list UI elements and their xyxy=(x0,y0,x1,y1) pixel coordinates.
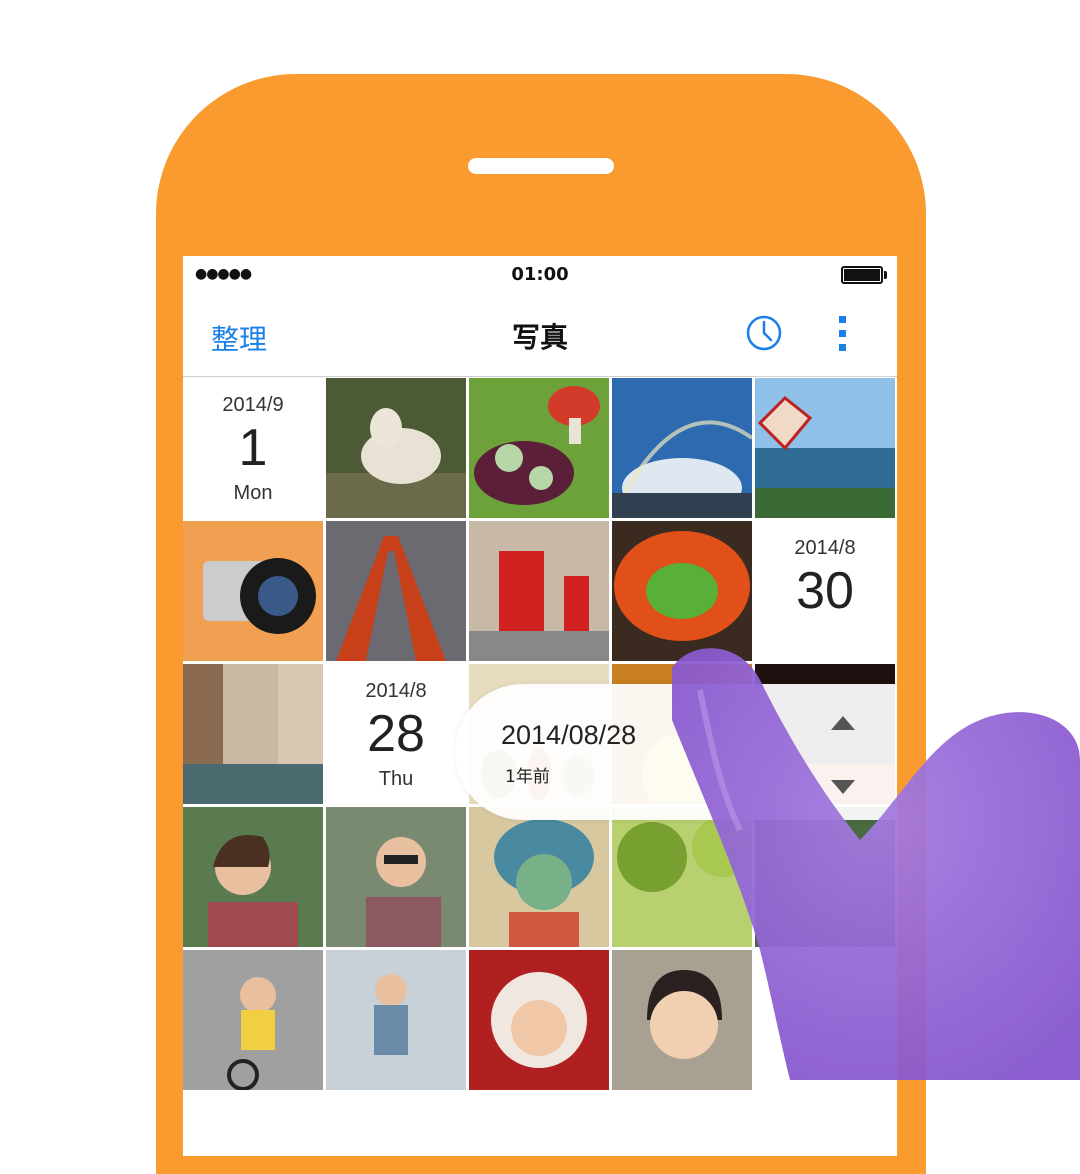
date-day: 28 xyxy=(367,705,425,763)
photo-thumbnail-succulent[interactable] xyxy=(612,521,752,661)
date-year-month: 2014/8 xyxy=(794,537,856,559)
photo-thumbnail-forest-path[interactable] xyxy=(755,807,895,947)
photo-thumbnail-canal[interactable] xyxy=(183,664,323,804)
battery-full-icon xyxy=(841,266,887,284)
status-bar: ●●●●● 01:00 xyxy=(183,256,897,296)
phone-frame: ●●●●● 01:00 整理 写真 2014/9 1 Mon 2014/8 30… xyxy=(156,74,926,1174)
phone-screen: ●●●●● 01:00 整理 写真 2014/9 1 Mon 2014/8 30… xyxy=(183,256,897,1156)
photo-thumbnail-mushroom[interactable] xyxy=(469,378,609,518)
date-weekday: Thu xyxy=(378,768,414,790)
photo-thumbnail-laughing-toddler[interactable] xyxy=(612,950,752,1090)
photo-thumbnail-girl-bicycle[interactable] xyxy=(183,950,323,1090)
date-year-month: 2014/8 xyxy=(365,680,427,702)
photo-thumbnail-baby-bear-hood[interactable] xyxy=(469,950,609,1090)
date-header: 2014/8 30 xyxy=(755,521,895,661)
photo-thumbnail-rainbow[interactable] xyxy=(612,378,752,518)
photo-thumbnail-goat[interactable] xyxy=(326,378,466,518)
photo-thumbnail-child-frog-hat[interactable] xyxy=(469,807,609,947)
photo-thumbnail-woman-smiling[interactable] xyxy=(183,807,323,947)
more-vertical-icon[interactable] xyxy=(835,314,851,354)
date-year-month: 2014/9 xyxy=(222,394,284,416)
date-header: 2014/9 1 Mon xyxy=(183,378,323,518)
arrow-up-icon[interactable] xyxy=(831,716,855,730)
date-header: 2014/8 28 Thu xyxy=(326,664,466,804)
photo-thumbnail-camera[interactable] xyxy=(183,521,323,661)
scrubber-date: 2014/08/28 xyxy=(501,720,637,750)
clock-icon[interactable] xyxy=(746,315,782,351)
photo-thumbnail-woman-sunglasses[interactable] xyxy=(326,807,466,947)
scrubber-relative-time: 1年前 xyxy=(505,767,550,787)
photo-thumbnail-tower[interactable] xyxy=(326,521,466,661)
navigation-bar: 整理 写真 xyxy=(183,296,897,377)
date-day: 30 xyxy=(796,562,854,620)
photo-thumbnail-child-playground[interactable] xyxy=(326,950,466,1090)
photo-thumbnail-green-trees[interactable] xyxy=(612,807,752,947)
arrow-down-icon[interactable] xyxy=(831,780,855,794)
status-time: 01:00 xyxy=(511,264,569,285)
date-weekday: Mon xyxy=(233,482,273,504)
photo-thumbnail-danger-sign[interactable] xyxy=(755,378,895,518)
phone-speaker xyxy=(468,158,614,174)
page-title: 写真 xyxy=(511,321,568,354)
photo-thumbnail-mailbox[interactable] xyxy=(469,521,609,661)
date-day: 1 xyxy=(238,419,268,477)
date-scrubber-popup[interactable]: 2014/08/28 1年前 xyxy=(455,684,897,820)
